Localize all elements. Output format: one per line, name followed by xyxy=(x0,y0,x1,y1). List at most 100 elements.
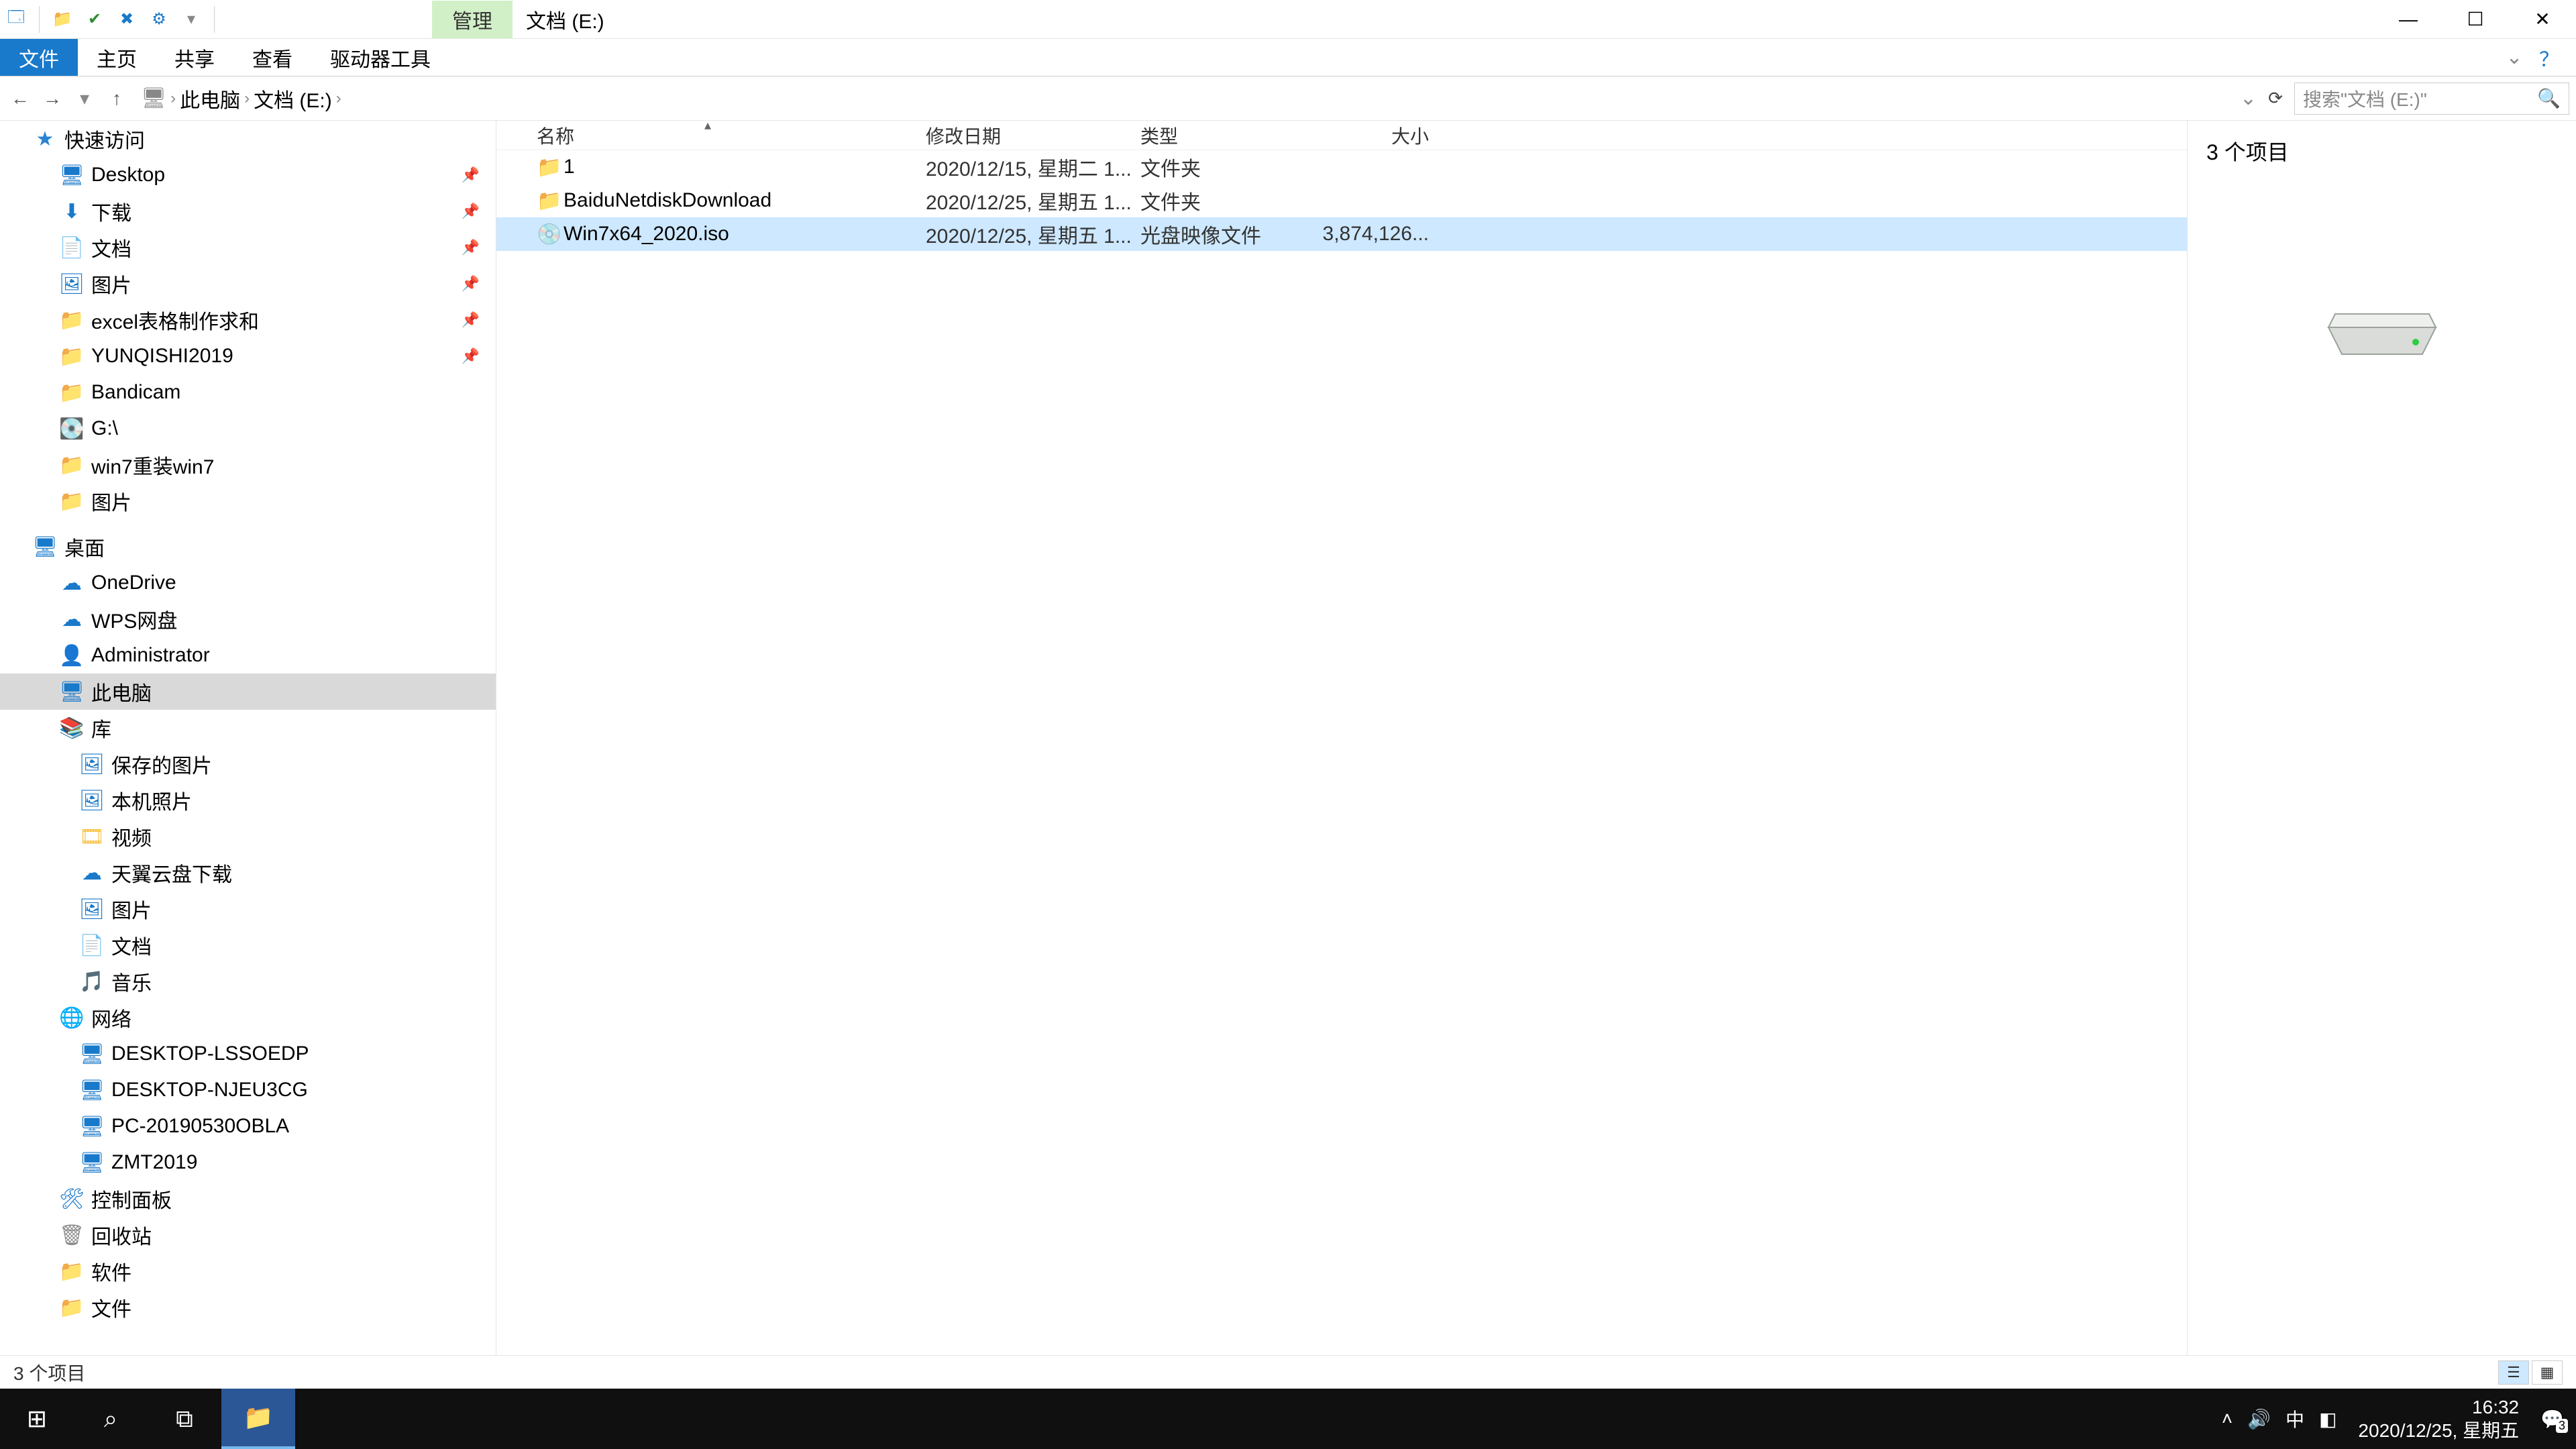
tree-bandicam[interactable]: 📁Bandicam xyxy=(0,374,496,411)
chevron-down-icon[interactable]: ⌄ xyxy=(2501,44,2528,71)
address-dropdown-icon[interactable]: ⌄ xyxy=(2240,87,2257,110)
volume-icon[interactable]: 🔊 xyxy=(2247,1408,2271,1430)
tree-label: 图片 xyxy=(91,269,131,299)
status-text: 3 个项目 xyxy=(13,1359,85,1386)
tree-documents[interactable]: 📄文档📌 xyxy=(0,229,496,266)
tree-label: DESKTOP-LSSOEDP xyxy=(111,1042,309,1065)
col-date[interactable]: 修改日期 xyxy=(926,122,1140,149)
search-icon[interactable]: 🔍 xyxy=(2537,87,2561,109)
folder-icon: 📁 xyxy=(60,453,83,477)
tree-pictures3[interactable]: 🖼图片 xyxy=(0,891,496,927)
tree-wps[interactable]: ☁WPS网盘 xyxy=(0,601,496,637)
preview-item-count: 3 个项目 xyxy=(2206,136,2557,166)
contextual-tab-label[interactable]: 管理 xyxy=(432,1,513,38)
refresh-button[interactable]: ⟳ xyxy=(2262,88,2289,109)
tab-share[interactable]: 共享 xyxy=(156,39,233,76)
tree-pc-2019[interactable]: 🖥PC-20190530OBLA xyxy=(0,1108,496,1144)
tree-desktop-root[interactable]: 🖥桌面 xyxy=(0,529,496,565)
tree-pictures[interactable]: 🖼图片📌 xyxy=(0,266,496,302)
picture-icon: 🖼 xyxy=(80,753,103,776)
cloud-icon: ☁ xyxy=(60,572,83,595)
tree-videos[interactable]: 🎞视频 xyxy=(0,818,496,855)
tab-drive-tools[interactable]: 驱动器工具 xyxy=(311,39,449,76)
tree-pictures2[interactable]: 📁图片 xyxy=(0,483,496,519)
breadcrumb-root[interactable]: 此电脑 xyxy=(180,84,240,113)
tree-label: PC-20190530OBLA xyxy=(111,1115,289,1138)
tree-pc-lssoedp[interactable]: 🖥DESKTOP-LSSOEDP xyxy=(0,1036,496,1072)
tree-music[interactable]: 🎵音乐 xyxy=(0,963,496,1000)
icons-view-button[interactable]: ▦ xyxy=(2532,1360,2563,1385)
navigation-tree[interactable]: ★快速访问 🖥Desktop📌 ⬇下载📌 📄文档📌 🖼图片📌 📁excel表格制… xyxy=(0,121,496,1355)
gear-icon[interactable]: ⚙ xyxy=(147,7,171,32)
tree-win7reinstall[interactable]: 📁win7重装win7 xyxy=(0,447,496,483)
back-button[interactable]: ← xyxy=(7,85,34,112)
tree-label: Bandicam xyxy=(91,381,180,404)
tree-yunqishi[interactable]: 📁YUNQISHI2019📌 xyxy=(0,338,496,374)
tree-documents2[interactable]: 📄文档 xyxy=(0,927,496,963)
help-icon[interactable]: ？ xyxy=(2536,44,2563,71)
tree-network[interactable]: 🌐网络 xyxy=(0,1000,496,1036)
check-icon[interactable]: ✔ xyxy=(83,7,107,32)
action-center-button[interactable]: 💬3 xyxy=(2540,1408,2564,1430)
ime-indicator[interactable]: 中 xyxy=(2286,1405,2304,1432)
search-input[interactable]: 搜索"文档 (E:)" 🔍 xyxy=(2294,83,2569,115)
tree-zmt[interactable]: 🖥ZMT2019 xyxy=(0,1144,496,1181)
file-row[interactable]: 📁 BaiduNetdiskDownload 2020/12/25, 星期五 1… xyxy=(496,184,2187,217)
tree-admin[interactable]: 👤Administrator xyxy=(0,637,496,674)
tray-app-icon[interactable]: ◧ xyxy=(2319,1408,2337,1430)
breadcrumb[interactable]: 🖥 › 此电脑 › 文档 (E:) › ⌄ xyxy=(136,84,2257,113)
x-icon[interactable]: ✖ xyxy=(115,7,139,32)
tree-excel-folder[interactable]: 📁excel表格制作求和📌 xyxy=(0,302,496,338)
start-button[interactable]: ⊞ xyxy=(0,1389,74,1449)
col-type[interactable]: 类型 xyxy=(1140,122,1322,149)
file-list[interactable]: 名称▴ 修改日期 类型 大小 📁 1 2020/12/15, 星期二 1... … xyxy=(496,121,2187,1355)
breadcrumb-drive[interactable]: 文档 (E:) xyxy=(254,84,332,113)
file-row[interactable]: 📁 1 2020/12/15, 星期二 1... 文件夹 xyxy=(496,150,2187,184)
taskbar-clock[interactable]: 16:32 2020/12/25, 星期五 xyxy=(2351,1395,2526,1442)
tree-tianyi[interactable]: ☁天翼云盘下载 xyxy=(0,855,496,891)
tab-view[interactable]: 查看 xyxy=(233,39,311,76)
taskbar[interactable]: ⊞ ⌕ ⧉ 📁 ˄ 🔊 中 ◧ 16:32 2020/12/25, 星期五 💬3 xyxy=(0,1389,2576,1449)
maximize-button[interactable]: ☐ xyxy=(2442,0,2509,39)
chevron-right-icon: › xyxy=(244,89,250,108)
tree-software[interactable]: 📁软件 xyxy=(0,1253,496,1289)
task-view-button[interactable]: ⧉ xyxy=(148,1389,221,1449)
tree-control-panel[interactable]: 🛠控制面板 xyxy=(0,1181,496,1217)
tree-pc-njeu3cg[interactable]: 🖥DESKTOP-NJEU3CG xyxy=(0,1072,496,1108)
recent-locations-button[interactable]: ▾ xyxy=(71,85,98,112)
search-button[interactable]: ⌕ xyxy=(74,1389,148,1449)
tree-downloads[interactable]: ⬇下载📌 xyxy=(0,193,496,229)
tree-label: 下载 xyxy=(91,197,131,226)
clock-time: 16:32 xyxy=(2358,1395,2519,1419)
ribbon-help-area: ⌄ ？ xyxy=(2501,39,2576,76)
tree-camera-roll[interactable]: 🖼本机照片 xyxy=(0,782,496,818)
document-icon: 📄 xyxy=(80,934,103,957)
tree-saved-pics[interactable]: 🖼保存的图片 xyxy=(0,746,496,782)
tree-desktop[interactable]: 🖥Desktop📌 xyxy=(0,157,496,193)
tree-quick-access[interactable]: ★快速访问 xyxy=(0,121,496,157)
overflow-icon[interactable]: ▾ xyxy=(179,7,203,32)
tab-file[interactable]: 文件 xyxy=(0,39,78,76)
tree-files[interactable]: 📁文件 xyxy=(0,1289,496,1326)
col-name[interactable]: 名称▴ xyxy=(537,122,926,149)
col-size[interactable]: 大小 xyxy=(1322,122,1429,149)
column-headers[interactable]: 名称▴ 修改日期 类型 大小 xyxy=(496,121,2187,150)
minimize-button[interactable]: — xyxy=(2375,0,2442,39)
close-button[interactable]: ✕ xyxy=(2509,0,2576,39)
tab-home[interactable]: 主页 xyxy=(78,39,156,76)
folder-icon[interactable]: 📁 xyxy=(50,7,74,32)
tree-label: 本机照片 xyxy=(111,786,192,815)
tree-library[interactable]: 📚库 xyxy=(0,710,496,746)
picture-icon: 🖼 xyxy=(60,272,83,296)
details-view-button[interactable]: ☰ xyxy=(2498,1360,2529,1385)
tree-this-pc[interactable]: 🖥此电脑 xyxy=(0,674,496,710)
file-row-selected[interactable]: 💿 Win7x64_2020.iso 2020/12/25, 星期五 1... … xyxy=(496,217,2187,251)
forward-button[interactable]: → xyxy=(39,85,66,112)
up-button[interactable]: ↑ xyxy=(103,85,130,112)
tree-onedrive[interactable]: ☁OneDrive xyxy=(0,565,496,601)
tree-gdrive[interactable]: 💽G:\ xyxy=(0,411,496,447)
tray-overflow-icon[interactable]: ˄ xyxy=(2222,1408,2233,1430)
tree-recycle[interactable]: 🗑回收站 xyxy=(0,1217,496,1253)
tree-label: YUNQISHI2019 xyxy=(91,345,233,368)
explorer-taskbar-button[interactable]: 📁 xyxy=(221,1389,295,1449)
